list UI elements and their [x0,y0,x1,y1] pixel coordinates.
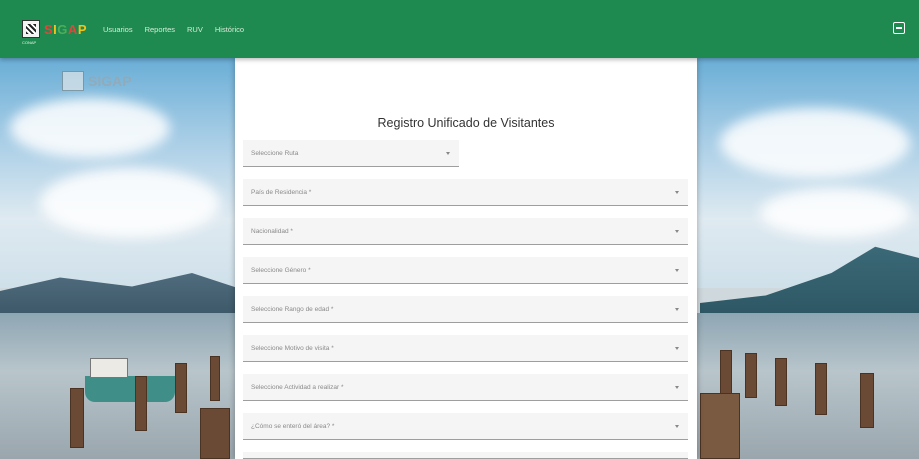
dock-post [135,376,147,431]
chevron-down-icon [675,347,679,350]
referral-source-label: ¿Cómo se enteró del área? * [251,423,335,430]
nav-reportes[interactable]: Reportes [145,25,175,34]
age-range-label: Seleccione Rango de edad * [251,306,334,313]
conap-logo-icon [22,20,40,38]
dock-post [210,356,220,401]
nav-ruv[interactable]: RUV [187,25,203,34]
dock-post [70,388,84,448]
cloud [760,188,910,238]
top-navbar: SIGAP CONAP Usuarios Reportes RUV Histór… [0,0,919,58]
dock-post [200,408,230,459]
chevron-down-icon [446,152,450,155]
visit-reason-select[interactable]: Seleccione Motivo de visita * [243,335,688,362]
route-select[interactable]: Seleccione Ruta [243,140,459,167]
nationality-select[interactable]: Nacionalidad * [243,218,688,245]
cloud [10,98,170,158]
boat [85,376,175,402]
nationality-label: Nacionalidad * [251,228,293,235]
chevron-down-icon [675,386,679,389]
background-logo-text: SIGAP [88,73,132,89]
country-of-residence-select[interactable]: País de Residencia * [243,179,688,206]
sigap-logo[interactable]: SIGAP [22,20,87,38]
dock-post [860,373,874,428]
referral-source-select[interactable]: ¿Cómo se enteró del área? * [243,413,688,440]
chevron-down-icon [675,269,679,272]
background-logo-icon [62,71,84,91]
background-logo: SIGAP [62,71,132,91]
activity-select[interactable]: Seleccione Actividad a realizar * [243,374,688,401]
nav-historico[interactable]: Histórico [215,25,244,34]
gender-label: Seleccione Género * [251,267,311,274]
dock-post [775,358,787,406]
registration-form-panel: Registro Unificado de Visitantes Selecci… [235,58,697,459]
chevron-down-icon [675,425,679,428]
cloud [720,108,910,178]
gender-select[interactable]: Seleccione Género * [243,257,688,284]
chevron-down-icon [675,230,679,233]
activity-label: Seleccione Actividad a realizar * [251,384,344,391]
dock-post [815,363,827,415]
cloud [40,168,220,238]
main-nav: Usuarios Reportes RUV Histórico [103,25,244,34]
form-title: Registro Unificado de Visitantes [377,116,555,130]
dock-post [720,350,732,395]
dock-post [745,353,757,398]
age-range-select[interactable]: Seleccione Rango de edad * [243,296,688,323]
chevron-down-icon [675,191,679,194]
visit-reason-label: Seleccione Motivo de visita * [251,345,334,352]
brand-text: SIGAP [44,21,87,37]
nav-usuarios[interactable]: Usuarios [103,25,133,34]
next-field-partial[interactable] [243,452,688,459]
dock-planks [700,393,740,459]
brand-subtext: CONAP [22,40,37,45]
chevron-down-icon [675,308,679,311]
dock-post [175,363,187,413]
country-of-residence-label: País de Residencia * [251,189,312,196]
logout-icon[interactable] [893,22,905,34]
boat-cabin [90,358,128,378]
route-select-label: Seleccione Ruta [251,150,299,157]
